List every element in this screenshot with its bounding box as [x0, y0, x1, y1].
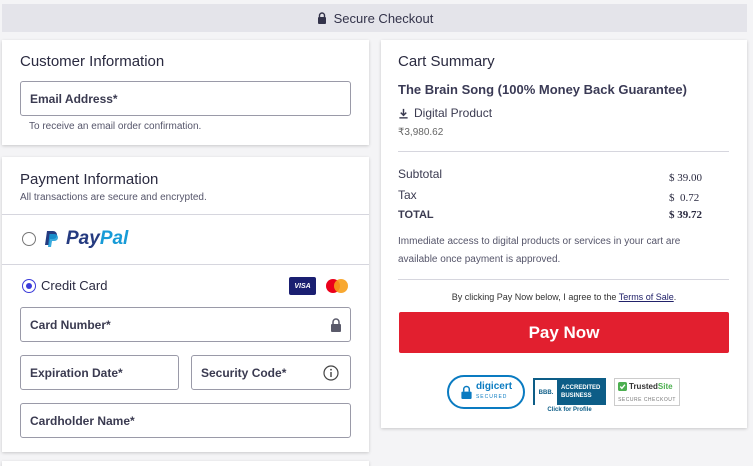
- payment-information-title: Payment Information: [20, 171, 159, 188]
- terms-suffix: .: [673, 292, 677, 302]
- tax-value: $ 0.72: [669, 192, 700, 204]
- expiration-date-field[interactable]: Expiration Date*: [20, 355, 179, 390]
- bbb-badge-body: BBB. ACCREDITED BUSINESS: [533, 378, 606, 405]
- subtotal-label: Subtotal: [398, 167, 443, 181]
- paypal-text-pay: Pay: [66, 228, 100, 249]
- bbb-line-2: BUSINESS: [561, 392, 592, 399]
- digicert-badge[interactable]: digicert SECURED: [447, 375, 525, 409]
- visa-label: VISA: [294, 282, 311, 290]
- trustedsite-sub: SECURE CHECKOUT: [618, 397, 676, 403]
- page-title: Secure Checkout: [333, 10, 434, 26]
- terms-agreement: By clicking Pay Now below, I agree to th…: [381, 292, 747, 302]
- cardholder-name-field[interactable]: Cardholder Name*: [20, 403, 351, 438]
- bbb-accreditation: ACCREDITED BUSINESS: [558, 379, 600, 404]
- product-name: The Brain Song (100% Money Back Guarante…: [398, 82, 687, 97]
- info-icon[interactable]: [323, 365, 339, 381]
- paypal-radio[interactable]: [22, 232, 36, 246]
- security-code-field[interactable]: Security Code*: [191, 355, 351, 390]
- secure-checkout-bar: Secure Checkout: [2, 4, 747, 32]
- paypal-logo-icon: [45, 231, 58, 247]
- card-number-field[interactable]: Card Number*: [20, 307, 351, 342]
- card-number-label: Card Number*: [30, 317, 111, 332]
- cart-summary-title: Cart Summary: [398, 53, 495, 70]
- total-value: $ 39.72: [669, 209, 702, 221]
- bbb-line-1: ACCREDITED: [561, 384, 601, 391]
- security-code-label: Security Code*: [201, 365, 287, 380]
- cardholder-name-label: Cardholder Name*: [30, 413, 135, 428]
- trustedsite-badge[interactable]: Trusted Site SECURE CHECKOUT: [614, 378, 680, 406]
- lock-icon: [317, 12, 326, 24]
- digicert-name: digicert: [475, 381, 513, 392]
- lock-icon: [331, 318, 341, 332]
- cart-divider-bottom: [398, 279, 729, 280]
- checkmark-icon: [618, 382, 627, 391]
- bbb-badge[interactable]: BBB. ACCREDITED BUSINESS Click for Profi…: [533, 378, 606, 416]
- bbb-mark: BBB.: [535, 380, 557, 405]
- visa-icon: VISA: [289, 277, 316, 295]
- tax-label: Tax: [398, 188, 417, 202]
- terms-of-sale-link[interactable]: Terms of Sale: [619, 292, 674, 302]
- bbb-profile-link[interactable]: Click for Profile: [533, 407, 606, 413]
- paypal-text-pal: Pal: [99, 228, 129, 249]
- additional-section-card: [2, 461, 369, 466]
- cart-summary-card: Cart Summary The Brain Song (100% Money …: [381, 40, 747, 428]
- credit-card-option[interactable]: Credit Card VISA: [2, 265, 369, 301]
- product-type-label: Digital Product: [414, 106, 493, 120]
- total-label: TOTAL: [398, 209, 434, 221]
- product-price: ₹3,980.62: [398, 127, 444, 138]
- trustedsite-site: Site: [657, 382, 673, 391]
- digicert-secured: SECURED: [475, 394, 508, 400]
- credit-card-radio[interactable]: [22, 279, 36, 293]
- payment-information-card: Payment Information All transactions are…: [2, 157, 369, 452]
- email-field[interactable]: Email Address*: [20, 81, 351, 116]
- bbb-mark-text: BBB.: [538, 389, 554, 396]
- access-notice: Immediate access to digital products or …: [398, 236, 681, 265]
- customer-information-card: Customer Information Email Address* To r…: [2, 40, 369, 145]
- cart-divider-top: [398, 151, 729, 152]
- paypal-logo-text: PayPal: [66, 228, 128, 250]
- customer-information-title: Customer Information: [20, 53, 165, 70]
- padlock-icon: [461, 385, 472, 399]
- trustedsite-trusted: Trusted: [629, 382, 658, 391]
- trustedsite-title: Trusted Site: [618, 382, 673, 391]
- product-type: Digital Product: [398, 106, 492, 120]
- digicert-text: digicert SECURED: [476, 382, 512, 402]
- pay-now-button[interactable]: Pay Now: [399, 312, 729, 353]
- credit-card-label: Credit Card: [41, 278, 108, 293]
- subtotal-value: $ 39.00: [669, 172, 702, 184]
- mastercard-icon: [326, 279, 348, 293]
- payment-security-note: All transactions are secure and encrypte…: [20, 192, 207, 203]
- expiration-date-label: Expiration Date*: [30, 365, 123, 380]
- download-icon: [399, 108, 408, 119]
- email-field-label: Email Address*: [30, 91, 118, 106]
- email-hint: To receive an email order confirmation.: [29, 121, 202, 132]
- terms-prefix: By clicking Pay Now below, I agree to th…: [451, 292, 619, 302]
- paypal-option[interactable]: PayPal: [2, 215, 369, 263]
